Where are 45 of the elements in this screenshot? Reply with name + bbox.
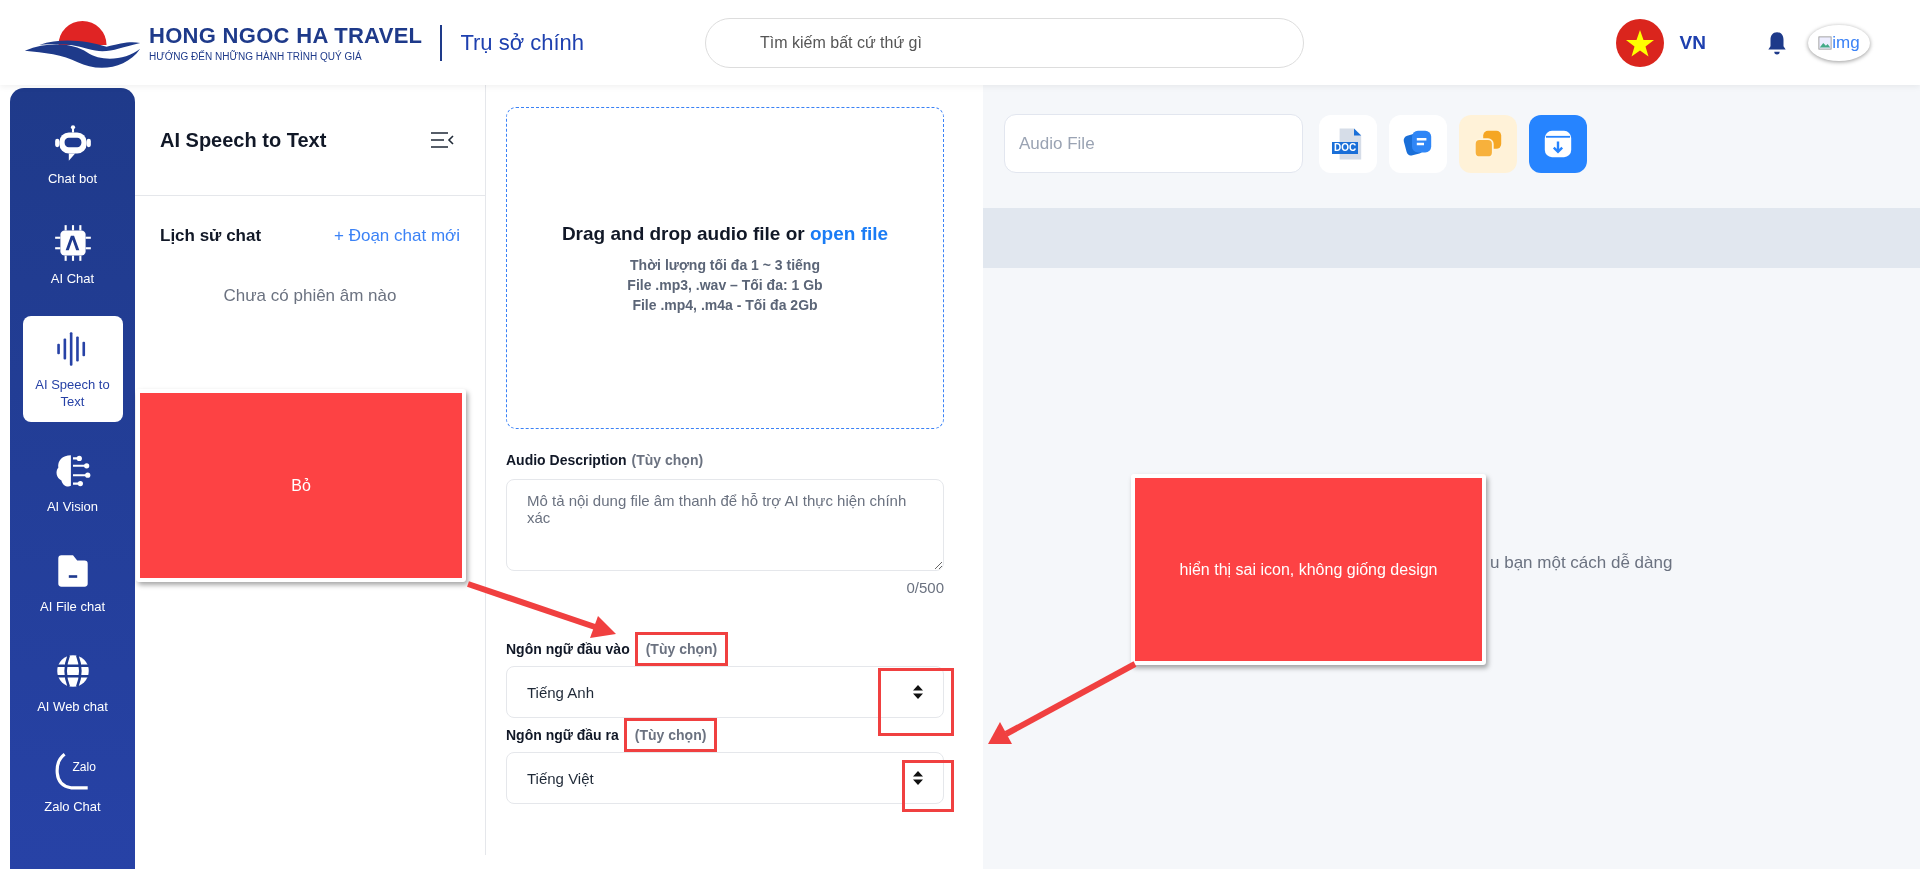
language-select[interactable]: Tiếng Anh bbox=[506, 666, 944, 718]
search-field[interactable]: Tìm kiếm bất cứ thứ gì bbox=[705, 17, 1305, 68]
avatar-image[interactable]: img bbox=[1808, 24, 1870, 61]
sidebar-item[interactable]: Chat bot bbox=[22, 116, 123, 194]
download-button[interactable] bbox=[1529, 114, 1587, 173]
field-label: Audio Description bbox=[506, 452, 627, 468]
sidebar-item[interactable]: AI Web chat bbox=[22, 644, 123, 722]
collapse-menu-icon[interactable] bbox=[429, 131, 455, 149]
doc-export-button[interactable]: DOC bbox=[1319, 114, 1377, 173]
result-message: u bạn một cách dễ dàng bbox=[1490, 553, 1674, 573]
language-select[interactable]: Tiếng Việt bbox=[506, 752, 944, 804]
upload-note: File .mp4, .m4a - Tối đa 2Gb bbox=[632, 297, 818, 313]
brand-name: HONG NGOC HA TRAVEL bbox=[149, 23, 423, 49]
character-counter: 0/500 bbox=[906, 579, 944, 596]
broken-image-icon bbox=[1818, 35, 1833, 50]
annotation-note: hiển thị sai icon, không giống design bbox=[1131, 474, 1486, 665]
sidebar-item[interactable]: AI File chat bbox=[22, 544, 123, 622]
language-label[interactable]: VN bbox=[1679, 31, 1706, 54]
sort-icon bbox=[913, 771, 923, 785]
zalo-glyph: Zalo bbox=[72, 760, 96, 774]
sidebar-item[interactable]: AI Vision bbox=[22, 444, 123, 522]
drop-prompt: Drag and drop audio file or open file bbox=[561, 223, 889, 245]
history-heading: Lịch sử chat bbox=[160, 226, 262, 246]
sidebar-item[interactable]: AI Chat bbox=[22, 216, 123, 294]
field-label: Ngôn ngữ đầu vào bbox=[506, 641, 630, 657]
open-file-link[interactable]: open file bbox=[809, 223, 889, 244]
sort-icon bbox=[913, 685, 923, 699]
optional-hint: (Tùy chọn) bbox=[634, 632, 729, 666]
optional-hint: (Tùy chọn) bbox=[623, 718, 718, 752]
panel-title: AI Speech to Text bbox=[160, 128, 327, 152]
upload-note: Thời lượng tối đa 1 ~ 3 tiếng bbox=[630, 257, 820, 273]
field-label: Ngôn ngữ đầu ra bbox=[506, 727, 619, 743]
sidebar-item[interactable]: Zalo Zalo Chat bbox=[22, 744, 123, 822]
description-field[interactable]: Mô tả nội dung file âm thanh để hỗ trợ AI thực hiện chính xác bbox=[506, 479, 944, 571]
new-chat-link[interactable]: + Đoạn chat mới bbox=[334, 226, 460, 246]
empty-message: Chưa có phiên âm nào bbox=[223, 286, 397, 306]
sidebar-item[interactable]: AI Speech to Text bbox=[22, 316, 123, 422]
optional-hint: (Tùy chọn) bbox=[631, 452, 704, 468]
upload-note: File .mp3, .wav – Tối đa: 1 Gb bbox=[627, 277, 823, 293]
flag-icon[interactable] bbox=[1615, 18, 1664, 67]
drop-zone[interactable]: Drag and drop audio file or open file Thời lượng tối đa 1 ~ 3 tiếng File .mp3, .wav – Tối đa: 1 Gb File .mp4, .m4a - Tối đa 2Gb bbox=[506, 107, 944, 429]
audio-file-field[interactable]: Audio File bbox=[1004, 114, 1303, 173]
brand-slogan: HƯỚNG ĐẾN NHỮNG HÀNH TRÌNH QUÝ GIÁ bbox=[149, 51, 363, 62]
branch-name: Trụ sở chính bbox=[460, 29, 585, 56]
chat-button[interactable] bbox=[1389, 114, 1447, 173]
